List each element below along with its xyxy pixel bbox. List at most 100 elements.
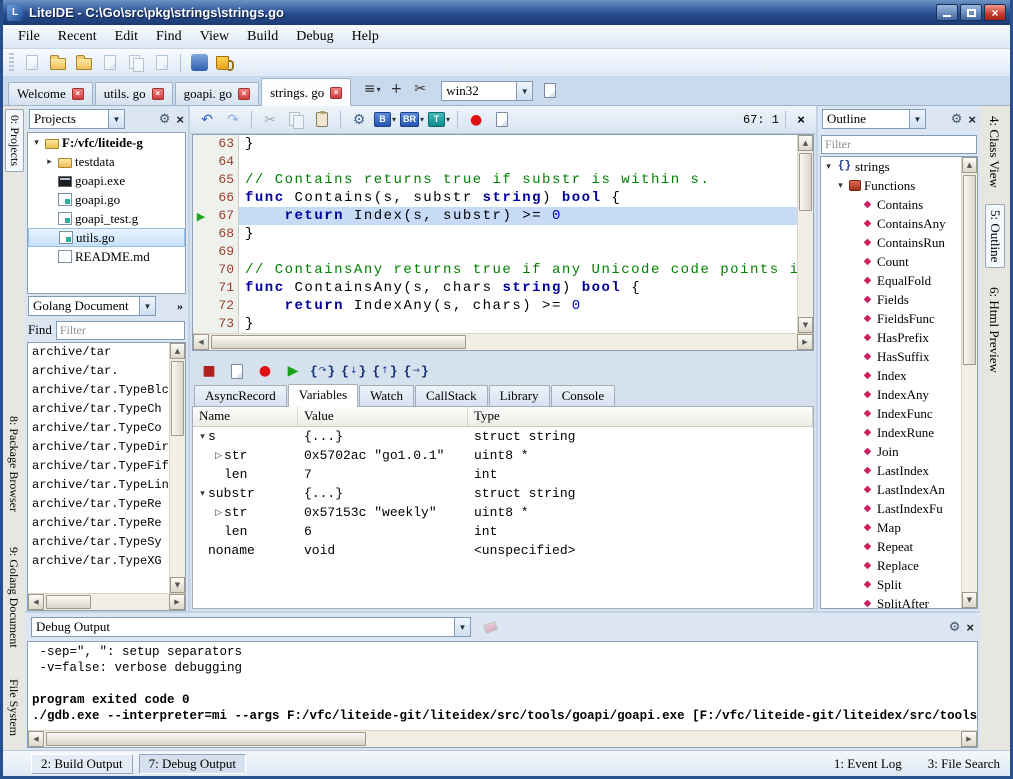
variable-row[interactable]: ▷str0x5702ac "go1.0.1"uint8 *: [193, 446, 813, 465]
debug-tab-callstack[interactable]: CallStack: [415, 385, 488, 406]
code-line[interactable]: 68}: [193, 225, 797, 243]
outline-item-contains[interactable]: ◆Contains: [821, 195, 961, 214]
menu-debug[interactable]: Debug: [287, 26, 342, 48]
show-current-line-icon[interactable]: [226, 360, 248, 382]
gear-icon[interactable]: ⚙: [159, 112, 171, 127]
goto-symbol-icon[interactable]: [491, 109, 513, 131]
outline-item-map[interactable]: ◆Map: [821, 518, 961, 537]
outline-item-join[interactable]: ◆Join: [821, 442, 961, 461]
clear-output-button[interactable]: [479, 616, 501, 638]
status-button-2-build-output[interactable]: 2: Build Output: [31, 754, 133, 774]
scrollbar-thumb[interactable]: [46, 595, 91, 609]
scroll-right-button[interactable]: ▶: [961, 731, 977, 747]
scrollbar-thumb[interactable]: [799, 153, 812, 211]
expander-icon[interactable]: ▸: [44, 157, 55, 167]
chevron-down-icon[interactable]: ▼: [909, 110, 925, 128]
run-to-cursor-icon[interactable]: {→}: [404, 360, 429, 382]
gear-icon[interactable]: ⚙: [949, 620, 961, 635]
side-tab-5-outline[interactable]: 5: Outline: [985, 204, 1005, 268]
projects-selector[interactable]: Projects ▼: [29, 109, 125, 129]
code-line[interactable]: 72 return IndexAny(s, chars) >= 0: [193, 297, 797, 315]
outline-item-index[interactable]: ◆Index: [821, 366, 961, 385]
variable-row[interactable]: len6int: [193, 522, 813, 541]
scroll-down-button[interactable]: ▼: [962, 592, 977, 608]
step-over-icon[interactable]: {↷}: [310, 360, 335, 382]
close-panel-icon[interactable]: ×: [176, 113, 184, 126]
debug-tab-asyncrecord[interactable]: AsyncRecord: [194, 385, 287, 406]
side-tab-6-html-preview[interactable]: 6: Html Preview: [985, 282, 1003, 378]
status-button-7-debug-output[interactable]: 7: Debug Output: [139, 754, 246, 774]
scroll-left-button[interactable]: ◀: [193, 334, 209, 350]
code-line[interactable]: 73}: [193, 315, 797, 333]
tab-strings-go[interactable]: strings. go×: [261, 78, 351, 106]
close-split-icon[interactable]: ✂: [409, 78, 431, 100]
new-file-icon[interactable]: [21, 52, 43, 74]
outline-item-replace[interactable]: ◆Replace: [821, 556, 961, 575]
scrollbar-thumb[interactable]: [963, 175, 976, 365]
doc-filter-input[interactable]: [56, 321, 185, 340]
variable-row[interactable]: ▾substr{...}struct string: [193, 484, 813, 503]
open-folder-icon[interactable]: [73, 52, 95, 74]
doc-list-item[interactable]: archive/tar.TypeFifc: [28, 457, 169, 476]
test-button[interactable]: T▾: [428, 109, 450, 131]
tab-utils-go[interactable]: utils. go×: [95, 82, 173, 105]
build-button[interactable]: B▾: [374, 109, 396, 131]
outline-selector[interactable]: Outline ▼: [822, 109, 926, 129]
lite-env-icon[interactable]: [214, 52, 236, 74]
project-item-goapi-go[interactable]: goapi.go: [28, 190, 185, 209]
scrollbar-thumb[interactable]: [46, 732, 366, 746]
debug-tab-watch[interactable]: Watch: [359, 385, 414, 406]
stop-build-icon[interactable]: ●: [465, 109, 487, 131]
outline-item-splitafter[interactable]: ◆SplitAfter: [821, 594, 961, 608]
home-icon[interactable]: [188, 52, 210, 74]
chevron-down-icon[interactable]: ▼: [516, 82, 532, 100]
close-button[interactable]: ×: [984, 4, 1006, 21]
stop-debug-icon[interactable]: ■: [198, 360, 220, 382]
outline-item-indexfunc[interactable]: ◆IndexFunc: [821, 404, 961, 423]
doc-list-item[interactable]: archive/tar.TypeLin: [28, 476, 169, 495]
tab-close-icon[interactable]: ×: [330, 87, 342, 99]
code-line[interactable]: 66func Contains(s, substr string) bool {: [193, 189, 797, 207]
scroll-up-button[interactable]: ▲: [798, 135, 813, 151]
tab-close-icon[interactable]: ×: [72, 88, 84, 100]
minimize-button[interactable]: [936, 4, 958, 21]
variable-row[interactable]: nonamevoid<unspecified>: [193, 541, 813, 560]
variable-row[interactable]: len7int: [193, 465, 813, 484]
debug-output-text[interactable]: -sep=", ": setup separators -v=false: ve…: [28, 642, 977, 730]
expander-icon[interactable]: ▾: [823, 162, 834, 172]
scroll-left-button[interactable]: ◀: [28, 731, 44, 747]
maximize-button[interactable]: [960, 4, 982, 21]
doc-list-item[interactable]: archive/tar: [28, 343, 169, 362]
menu-edit[interactable]: Edit: [106, 26, 147, 48]
step-out-icon[interactable]: {↑}: [372, 360, 397, 382]
variable-row[interactable]: ▾s{...}struct string: [193, 427, 813, 446]
line-marker[interactable]: [193, 171, 209, 189]
add-split-icon[interactable]: +: [385, 78, 407, 100]
line-marker[interactable]: [193, 261, 209, 279]
outline-filter-input[interactable]: [821, 135, 977, 154]
outline-item-fieldsfunc[interactable]: ◆FieldsFunc: [821, 309, 961, 328]
doc-list-item[interactable]: archive/tar.TypeRe: [28, 495, 169, 514]
outline-item-fields[interactable]: ◆Fields: [821, 290, 961, 309]
side-tab-9-golang-document[interactable]: 9: Golang Document: [5, 542, 22, 653]
outline-item-split[interactable]: ◆Split: [821, 575, 961, 594]
code-line[interactable]: 64: [193, 153, 797, 171]
doc-list-item[interactable]: archive/tar.TypeDir: [28, 438, 169, 457]
step-into-icon[interactable]: {↓}: [341, 360, 366, 382]
debug-tab-variables[interactable]: Variables: [288, 384, 358, 407]
debug-tab-library[interactable]: Library: [489, 385, 550, 406]
doc-list-item[interactable]: archive/tar.TypeXG: [28, 552, 169, 571]
expander-icon[interactable]: ▾: [197, 489, 208, 499]
line-marker[interactable]: [193, 315, 209, 333]
outline-item-repeat[interactable]: ◆Repeat: [821, 537, 961, 556]
side-tab-8-package-browser[interactable]: 8: Package Browser: [5, 411, 22, 517]
menu-view[interactable]: View: [191, 26, 238, 48]
doc-list-item[interactable]: archive/tar.: [28, 362, 169, 381]
code-line[interactable]: 63}: [193, 135, 797, 153]
status-item-1-event-log[interactable]: 1: Event Log: [834, 756, 902, 772]
scroll-right-button[interactable]: ▶: [797, 334, 813, 350]
redo-icon[interactable]: ↷: [222, 109, 244, 131]
tab-goapi-go[interactable]: goapi. go×: [175, 82, 259, 105]
expander-icon[interactable]: ▾: [31, 138, 42, 148]
chevron-down-icon[interactable]: ▼: [139, 297, 155, 315]
